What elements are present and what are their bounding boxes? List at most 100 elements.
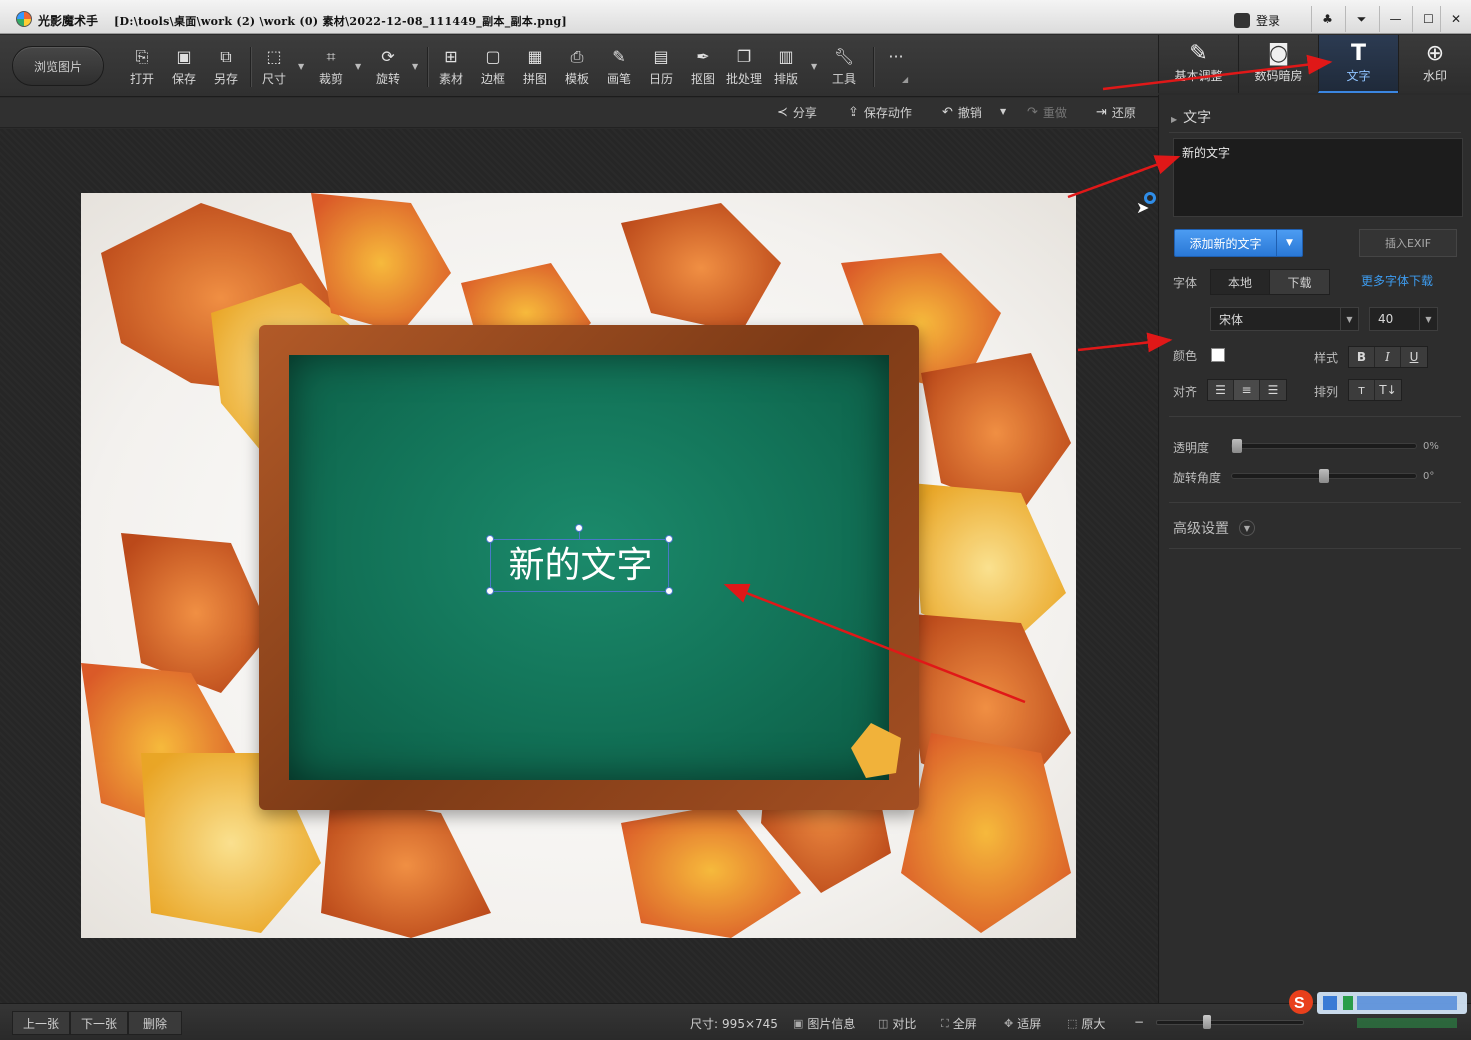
batch-icon: ❐ — [736, 47, 752, 66]
text-section-header[interactable]: ▶ 文字 — [1171, 107, 1211, 127]
tab-darkroom[interactable]: ◙ 数码暗房 — [1238, 35, 1318, 93]
rotation-slider[interactable] — [1231, 469, 1417, 483]
tool-material[interactable]: ⊞ 素材 — [431, 47, 471, 91]
resize-dropdown-icon[interactable]: ▼ — [298, 62, 304, 71]
underline-button[interactable]: U — [1401, 347, 1427, 367]
font-size-select[interactable]: 40 ▼ — [1369, 307, 1438, 331]
restore-button[interactable]: ⇥ 还原 — [1096, 104, 1136, 121]
tool-crop[interactable]: ⌗ 裁剪 — [311, 47, 351, 91]
resize-icon: ⬚ — [266, 47, 282, 66]
tab-text[interactable]: T 文字 — [1318, 35, 1398, 93]
more-fonts-download-link[interactable]: 更多字体下载 — [1361, 272, 1433, 289]
undo-button[interactable]: ↶ 撤销 — [942, 104, 982, 121]
font-source-toggle: 本地 下载 — [1210, 269, 1330, 295]
rotation-value: 0° — [1423, 471, 1435, 482]
rotate-dropdown-icon[interactable]: ▼ — [412, 62, 418, 71]
small-leaf-decoration — [851, 723, 901, 778]
opacity-slider-thumb[interactable] — [1232, 439, 1242, 453]
minimize-button[interactable]: — — [1379, 6, 1411, 32]
previous-image-button[interactable]: 上一张 — [12, 1011, 70, 1035]
original-size-button[interactable]: ⬚ 原大 — [1067, 1015, 1105, 1032]
align-left-icon[interactable]: ☰ — [1208, 380, 1234, 400]
redo-button[interactable]: ↷ 重做 — [1027, 104, 1067, 121]
rotation-slider-thumb[interactable] — [1319, 469, 1329, 483]
horizontal-text-icon[interactable]: T↓ — [1375, 380, 1401, 400]
tool-cutout[interactable]: ✒ 抠图 — [683, 47, 723, 91]
zoom-out-icon[interactable]: − — [1134, 1015, 1144, 1029]
next-image-button[interactable]: 下一张 — [70, 1011, 128, 1035]
tool-resize-label: 尺寸 — [261, 72, 286, 86]
vertical-text-icon[interactable]: ᴛ — [1349, 380, 1375, 400]
app-name: 光影魔术手 — [38, 14, 99, 28]
tab-basic-adjust[interactable]: ✎ 基本调整 — [1158, 35, 1238, 93]
align-center-icon[interactable]: ≡ — [1234, 380, 1260, 400]
tool-material-label: 素材 — [438, 72, 463, 86]
image-info-button[interactable]: ▣ 图片信息 — [793, 1015, 855, 1032]
add-new-text-button[interactable]: 添加新的文字 ▼ — [1174, 229, 1303, 257]
font-source-download-tab[interactable]: 下载 — [1270, 270, 1329, 294]
login-label: 登录 — [1256, 13, 1281, 28]
delete-image-button[interactable]: 删除 — [128, 1011, 182, 1035]
tool-open[interactable]: ⎘ 打开 — [122, 47, 162, 91]
image-info-label: 图片信息 — [807, 1017, 856, 1031]
open-icon: ⎘ — [135, 47, 149, 66]
share-button[interactable]: ≺ 分享 — [777, 104, 817, 121]
fit-screen-button[interactable]: ✥ 适屏 — [1004, 1015, 1041, 1032]
undo-dropdown-icon[interactable]: ▼ — [1000, 107, 1006, 116]
edited-photo[interactable]: 新的文字 — [81, 193, 1076, 938]
text-content-input[interactable]: 新的文字 — [1173, 138, 1463, 217]
resize-handle-bottom-left[interactable] — [486, 587, 494, 595]
font-family-select[interactable]: 宋体 ▼ — [1210, 307, 1359, 331]
tool-resize[interactable]: ⬚ 尺寸 — [254, 47, 294, 91]
layout-dropdown-icon[interactable]: ▼ — [811, 62, 817, 71]
fullscreen-button[interactable]: ⛶ 全屏 — [941, 1015, 977, 1032]
skin-button[interactable]: ♣ — [1311, 6, 1343, 32]
browse-images-button[interactable]: 浏览图片 — [12, 46, 104, 86]
resize-handle-top-left[interactable] — [486, 535, 494, 543]
tool-batch[interactable]: ❐ 批处理 — [722, 47, 766, 91]
tool-template[interactable]: ⎙ 模板 — [557, 47, 597, 91]
font-source-local-tab[interactable]: 本地 — [1211, 270, 1270, 294]
tool-brush[interactable]: ✎ 画笔 — [599, 47, 639, 91]
tool-save-as[interactable]: ⧉ 另存 — [206, 47, 246, 91]
bold-button[interactable]: B — [1349, 347, 1375, 367]
opacity-slider[interactable] — [1231, 439, 1417, 453]
tool-save[interactable]: ▣ 保存 — [164, 47, 204, 91]
italic-button[interactable]: I — [1375, 347, 1401, 367]
tool-collage[interactable]: ▦ 拼图 — [515, 47, 555, 91]
advanced-settings-toggle[interactable]: 高级设置 ▼ — [1173, 518, 1255, 538]
tool-template-label: 模板 — [564, 72, 589, 86]
menu-button[interactable]: ⏷ — [1345, 6, 1377, 32]
insert-exif-button[interactable]: 插入EXIF — [1359, 229, 1457, 257]
tool-calendar[interactable]: ▤ 日历 — [641, 47, 681, 91]
divider — [1169, 416, 1461, 417]
more-tools-button[interactable]: ··· — [876, 47, 916, 91]
save-action-button[interactable]: ⇪ 保存动作 — [848, 104, 912, 121]
add-text-dropdown-icon[interactable]: ▼ — [1276, 230, 1302, 256]
resize-handle-top-right[interactable] — [665, 535, 673, 543]
chevron-down-icon: ▼ — [1340, 308, 1358, 330]
text-icon: T — [1350, 41, 1366, 66]
font-family-value: 宋体 — [1219, 312, 1244, 327]
tool-layout[interactable]: ▥ 排版 — [766, 47, 806, 91]
overlay-text[interactable]: 新的文字 — [491, 544, 670, 588]
tool-border[interactable]: ▢ 边框 — [473, 47, 513, 91]
rotate-handle[interactable] — [575, 524, 583, 532]
text-color-swatch[interactable] — [1211, 348, 1225, 362]
crop-dropdown-icon[interactable]: ▼ — [355, 62, 361, 71]
fit-screen-label: 适屏 — [1017, 1017, 1042, 1031]
resize-handle-bottom-right[interactable] — [665, 587, 673, 595]
align-right-icon[interactable]: ☰ — [1260, 380, 1286, 400]
chevron-down-icon: ▼ — [1239, 520, 1255, 536]
skin-icon: ♣ — [1322, 12, 1333, 26]
zoom-slider-thumb[interactable] — [1203, 1015, 1211, 1029]
text-layer-box[interactable]: 新的文字 — [486, 524, 673, 595]
zoom-slider[interactable] — [1156, 1015, 1304, 1029]
tool-rotate[interactable]: ⟳ 旋转 — [368, 47, 408, 91]
add-new-text-label: 添加新的文字 — [1189, 236, 1262, 251]
tool-tools[interactable]: 🔧︎ 工具 — [824, 47, 864, 91]
login-button[interactable]: 登录 — [1234, 9, 1298, 31]
close-button[interactable]: ✕ — [1440, 6, 1471, 32]
tab-watermark[interactable]: ⊕ 水印 — [1398, 35, 1471, 93]
compare-button[interactable]: ◫ 对比 — [878, 1015, 916, 1032]
